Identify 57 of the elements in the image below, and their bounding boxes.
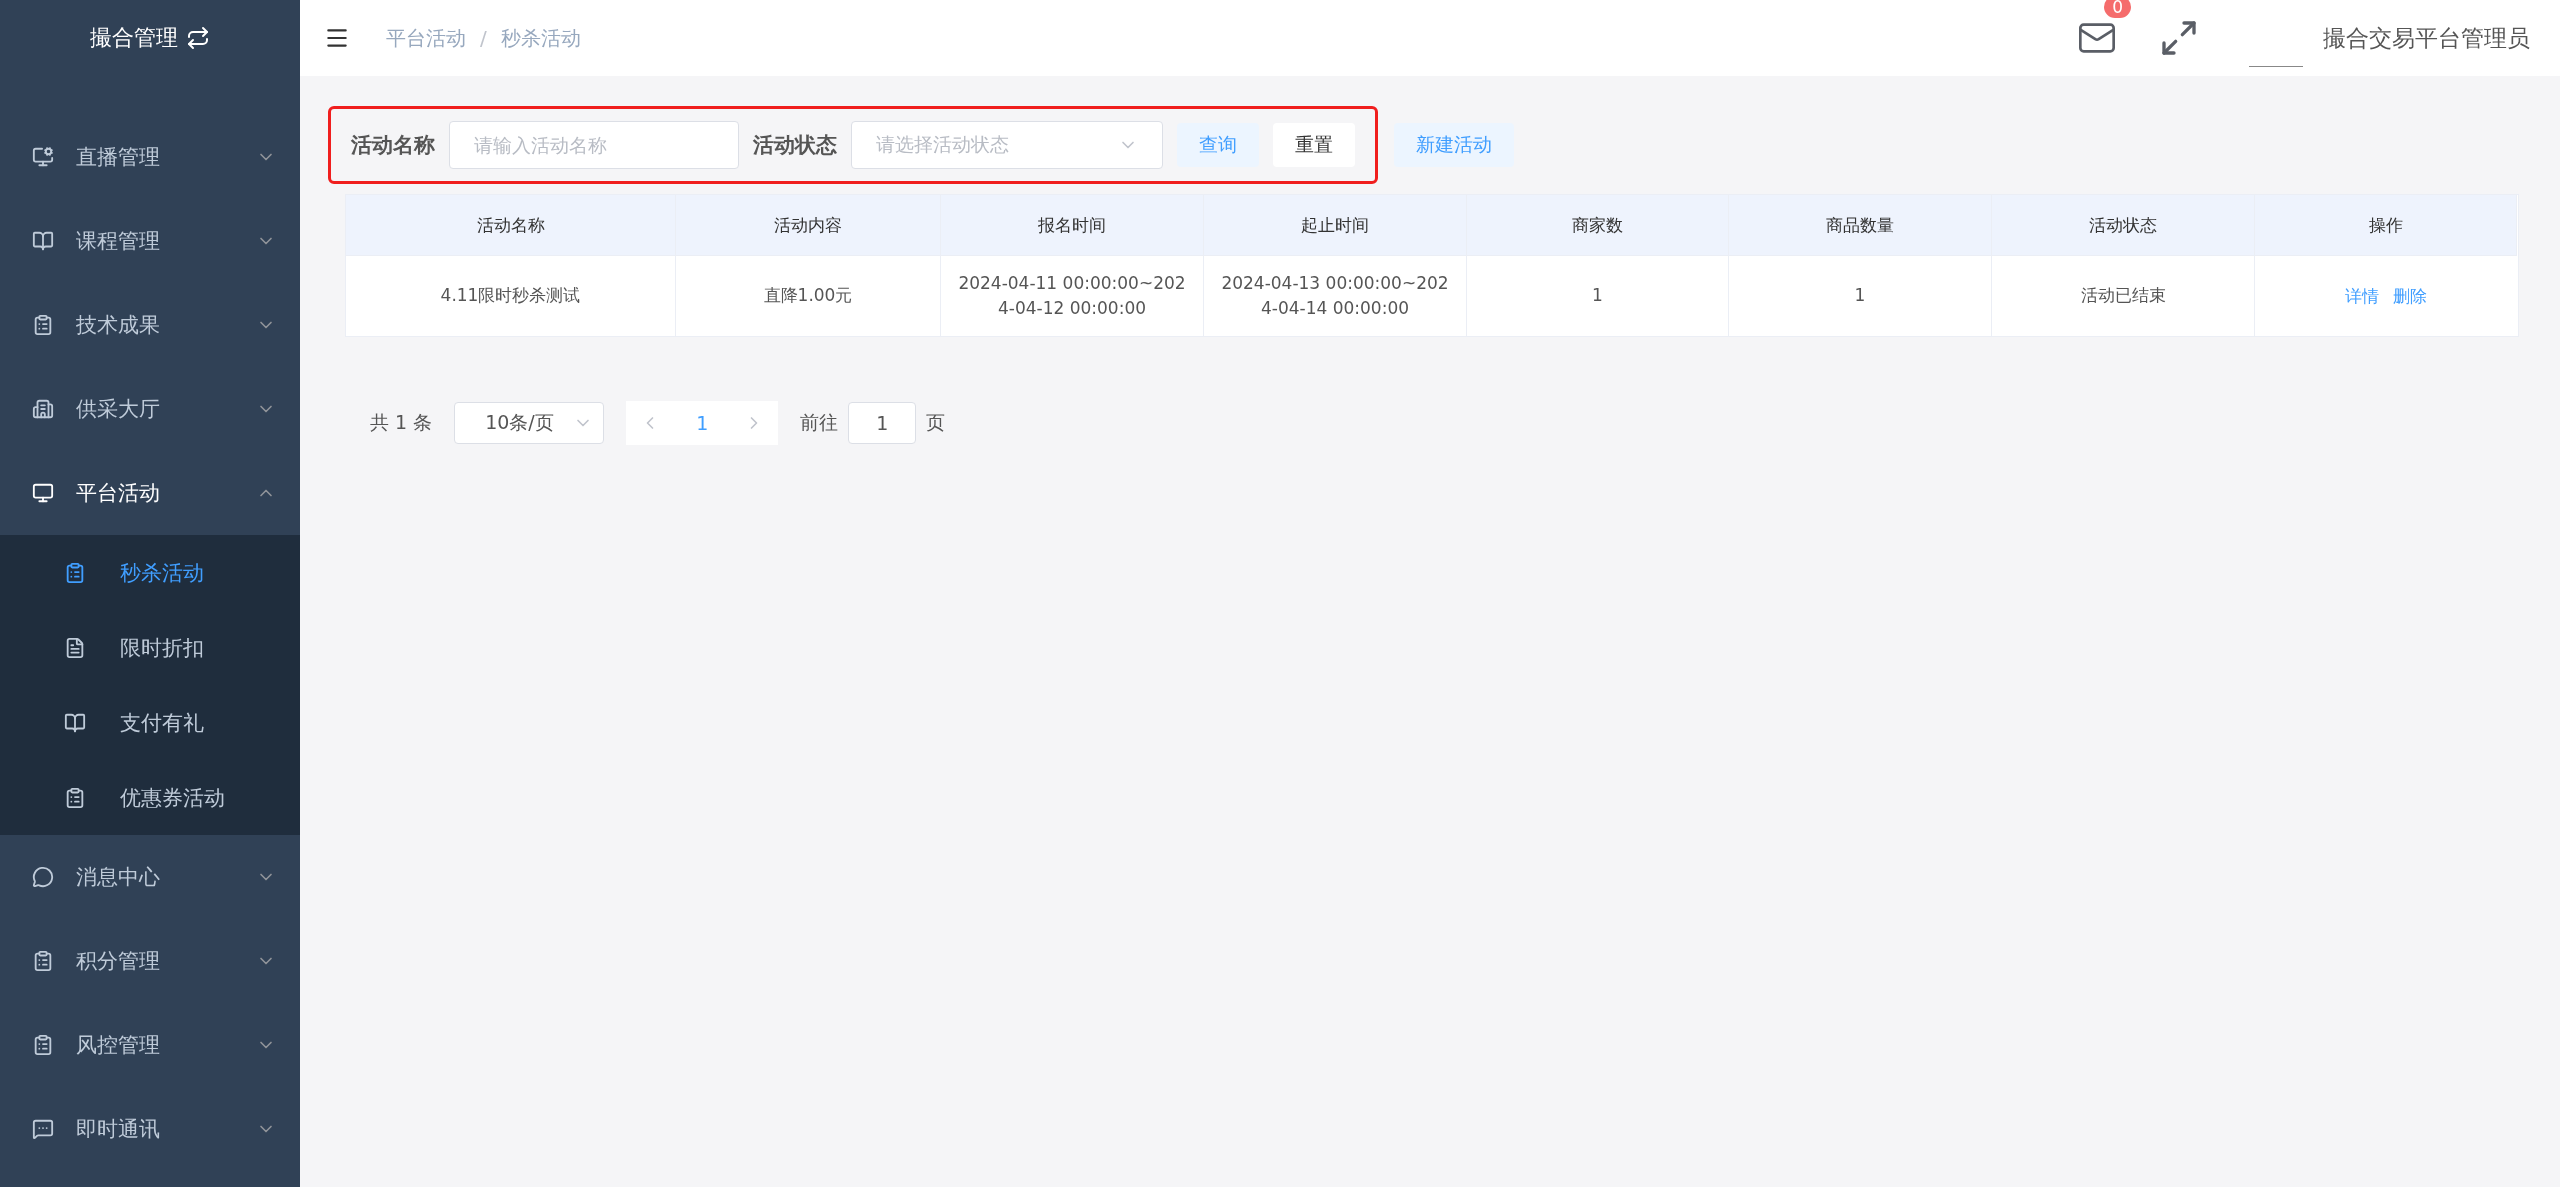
sidebar-item[interactable]: 供采大厅 — [0, 367, 300, 451]
user-name[interactable]: 撮合交易平台管理员 — [2323, 22, 2530, 54]
column-header: 商家数 — [1467, 195, 1729, 255]
table-cell: 2024-04-13 00:00:00~2024-04-14 00:00:00 — [1204, 255, 1467, 336]
column-header: 活动内容 — [676, 195, 941, 255]
book-icon — [64, 711, 86, 734]
submenu-item[interactable]: 支付有礼 — [0, 685, 300, 760]
sidebar-item[interactable]: 即时通讯 — [0, 1087, 300, 1171]
breadcrumb-item: 秒杀活动 — [500, 24, 581, 52]
monitor-icon — [32, 482, 54, 504]
column-header: 商品数量 — [1729, 195, 1992, 255]
list-icon — [32, 314, 54, 336]
submenu-item[interactable]: 限时折扣 — [0, 610, 300, 685]
field-label: 活动名称 — [351, 132, 435, 159]
submenu-item[interactable]: 秒杀活动 — [0, 535, 300, 610]
name-input-field[interactable]: 请输入活动名称 — [449, 121, 739, 169]
sidebar-title: 撮合管理 — [90, 24, 178, 52]
fullscreen-icon[interactable] — [2159, 18, 2199, 58]
sidebar-item[interactable]: 课程管理 — [0, 199, 300, 283]
document-icon — [64, 636, 86, 659]
column-header: 活动名称 — [346, 195, 676, 255]
sidebar-item[interactable]: 技术成果 — [0, 283, 300, 367]
reset-button[interactable]: 重置 — [1273, 123, 1355, 167]
book-icon — [32, 230, 54, 252]
table-cell: 1 — [1467, 255, 1729, 336]
total-count: 共 1 条 — [370, 410, 433, 435]
switch-icon[interactable] — [186, 26, 210, 50]
breadcrumb-separator: / — [480, 26, 487, 50]
notification-badge: 0 — [2104, 0, 2131, 18]
table-cell: 1 — [1729, 255, 1992, 336]
goto-page-field[interactable]: 1 — [848, 402, 917, 444]
sidebar-item[interactable]: 积分管理 — [0, 919, 300, 1003]
sidebar-item[interactable]: 平台活动 — [0, 451, 300, 535]
table-cell: 2024-04-11 00:00:00~2024-04-12 00:00:00 — [941, 255, 1204, 336]
table-cell: 活动已结束 — [1992, 255, 2255, 336]
page-size-select[interactable]: 10条/页 — [454, 402, 605, 444]
table-cell: 直降1.00元 — [676, 255, 941, 336]
field-label: 活动状态 — [753, 132, 837, 159]
clipboard-icon — [32, 950, 54, 972]
page-suffix: 页 — [926, 410, 946, 435]
column-header: 操作 — [2255, 195, 2517, 255]
column-header: 报名时间 — [941, 195, 1204, 255]
sidebar-item[interactable]: 风控管理 — [0, 1003, 300, 1087]
column-header: 起止时间 — [1204, 195, 1467, 255]
goto-label: 前往 — [800, 410, 839, 435]
clipboard-icon — [32, 1034, 54, 1056]
list-icon — [64, 561, 86, 584]
column-header: 活动状态 — [1992, 195, 2255, 255]
sidebar-item[interactable]: 消息中心 — [0, 835, 300, 919]
list-icon — [64, 786, 86, 809]
monitor-icon — [32, 146, 54, 168]
building-icon — [32, 398, 54, 420]
chat-icon — [32, 866, 54, 888]
message-icon — [32, 1118, 54, 1140]
submenu-item[interactable]: 优惠券活动 — [0, 760, 300, 835]
sidebar-item[interactable]: 直播管理 — [0, 115, 300, 199]
table-cell: 4.11限时秒杀测试 — [346, 255, 676, 336]
